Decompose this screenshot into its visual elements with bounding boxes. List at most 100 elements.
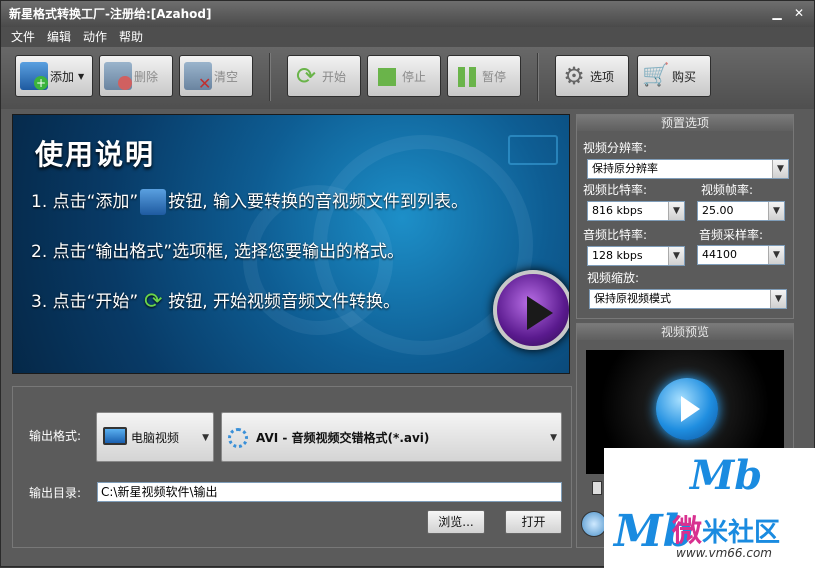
frame-rate-value: 25.00 [702, 204, 734, 217]
chevron-down-icon: ▼ [78, 71, 85, 81]
device-value: 电脑视频 [131, 431, 180, 445]
audio-bitrate-value: 128 kbps [592, 249, 643, 262]
monitor-icon [103, 427, 127, 445]
frame-rate-select[interactable]: 25.00 ▼ [697, 201, 785, 221]
video-scale-select[interactable]: 保持原视频模式 ▼ [589, 289, 787, 309]
watermark-text: 微米社区 [672, 506, 780, 550]
instruction-line-1-text-2: 按钮, 输入要转换的音视频文件到列表。 [168, 192, 469, 212]
resolution-value: 保持原分辨率 [592, 162, 658, 175]
output-format-value: AVI - 音频视频交错格式(*.avi) [256, 431, 430, 445]
sample-rate-select[interactable]: 44100 ▼ [697, 245, 785, 265]
window-title: 新星格式转换工厂-注册给:[Azahod] [9, 7, 212, 21]
instruction-line-2: 2. 点击“输出格式”选项框, 选择您要输出的格式。 [31, 242, 405, 262]
video-bitrate-value: 816 kbps [592, 204, 643, 217]
chevron-down-icon: ▼ [770, 290, 786, 308]
preset-panel: 预置选项 视频分辨率: 保持原分辨率 ▼ 视频比特率: 视频帧率: 816 kbp… [576, 114, 794, 319]
clear-list-icon: ✕ [184, 62, 212, 93]
pause-icon [452, 62, 480, 90]
shopping-cart-icon: 🛒 [642, 63, 670, 88]
delete-file-icon [104, 62, 132, 90]
chevron-down-icon: ▼ [768, 202, 784, 220]
add-label: 添加 [50, 69, 75, 84]
buy-label: 购买 [672, 69, 697, 84]
video-bitrate-label: 视频比特率: [583, 183, 648, 197]
watermark: Mb Mb 微米社区 www.vm66.com [604, 448, 815, 568]
refresh-arrows-icon: ⟳ [144, 289, 163, 314]
chevron-down-icon: ▼ [772, 160, 788, 178]
menu-bar: 文件 编辑 动作 帮助 [1, 27, 814, 47]
sample-rate-label: 音频采样率: [699, 228, 764, 242]
title-bar: 新星格式转换工厂-注册给:[Azahod] ▁ ✕ [1, 1, 814, 27]
watermark-text-1: 微 [672, 514, 702, 549]
delete-label: 删除 [134, 69, 159, 84]
chevron-down-icon: ▼ [668, 202, 684, 220]
delete-button[interactable]: 删除 [99, 55, 173, 97]
browse-button[interactable]: 浏览... [427, 510, 485, 534]
toolbar: + 添加 ▼ 删除 ✕ 清空 ⟳ 开始 停止 暂停 ⚙ 选项 🛒 购买 [1, 47, 814, 109]
chevron-down-icon: ▼ [768, 246, 784, 264]
film-icon [508, 135, 558, 165]
instruction-line-1: 1. 点击“添加” 按钮, 输入要转换的音视频文件到列表。 [31, 187, 468, 215]
video-scale-label: 视频缩放: [587, 271, 640, 285]
add-file-icon [140, 189, 167, 215]
output-format-label: 输出格式: [29, 429, 82, 443]
resolution-select[interactable]: 保持原分辨率 ▼ [587, 159, 789, 179]
audio-bitrate-label: 音频比特率: [583, 228, 648, 242]
instruction-line-3-text-2: 按钮, 开始视频音频文件转换。 [168, 292, 401, 312]
refresh-arrows-icon: ⟳ [295, 62, 317, 90]
video-bitrate-select[interactable]: 816 kbps ▼ [587, 201, 685, 221]
stop-icon [372, 62, 400, 90]
play-icon [527, 296, 553, 330]
watermark-text-2: 米社区 [702, 518, 781, 548]
instruction-line-3-text: 3. 点击“开始” [31, 292, 139, 312]
clear-button[interactable]: ✕ 清空 [179, 55, 253, 97]
menu-file[interactable]: 文件 [5, 27, 41, 47]
pause-label: 暂停 [482, 69, 507, 84]
open-button[interactable]: 打开 [505, 510, 562, 534]
add-file-icon: + [20, 62, 48, 90]
add-button[interactable]: + 添加 ▼ [15, 55, 93, 97]
toolbar-separator [269, 53, 271, 101]
output-dir-label: 输出目录: [29, 486, 82, 500]
chevron-down-icon: ▼ [550, 433, 557, 443]
stop-button[interactable]: 停止 [367, 55, 441, 97]
instructions-banner: 使用说明 1. 点击“添加” 按钮, 输入要转换的音视频文件到列表。 2. 点击“… [12, 114, 570, 374]
instruction-line-3: 3. 点击“开始” ⟳ 按钮, 开始视频音频文件转换。 [31, 287, 400, 315]
preset-panel-title: 预置选项 [577, 115, 793, 131]
preview-seek-slider[interactable] [592, 481, 602, 495]
format-dots-icon [228, 428, 248, 448]
sample-rate-value: 44100 [702, 248, 737, 261]
instructions-heading: 使用说明 [35, 138, 156, 171]
output-dir-input[interactable]: C:\新星视频软件\输出 [97, 482, 562, 502]
buy-button[interactable]: 🛒 购买 [637, 55, 711, 97]
app-window: 新星格式转换工厂-注册给:[Azahod] ▁ ✕ 文件 编辑 动作 帮助 + … [0, 0, 815, 568]
chevron-down-icon: ▼ [202, 433, 209, 443]
frame-rate-label: 视频帧率: [701, 183, 754, 197]
start-button[interactable]: ⟳ 开始 [287, 55, 361, 97]
play-icon [656, 378, 718, 440]
minimize-button[interactable]: ▁ [768, 5, 786, 21]
menu-edit[interactable]: 编辑 [41, 27, 77, 47]
video-preview-title: 视频预览 [577, 324, 793, 340]
close-button[interactable]: ✕ [790, 5, 808, 21]
video-scale-value: 保持原视频模式 [594, 292, 671, 305]
chevron-down-icon: ▼ [668, 247, 684, 265]
clear-label: 清空 [214, 69, 239, 84]
device-select[interactable]: 电脑视频 ▼ [96, 412, 214, 462]
output-format-select[interactable]: AVI - 音频视频交错格式(*.avi) ▼ [221, 412, 562, 462]
watermark-url: www.vm66.com [676, 546, 772, 560]
menu-help[interactable]: 帮助 [113, 27, 149, 47]
stop-label: 停止 [402, 69, 427, 84]
audio-bitrate-select[interactable]: 128 kbps ▼ [587, 246, 685, 266]
menu-action[interactable]: 动作 [77, 27, 113, 47]
options-button[interactable]: ⚙ 选项 [555, 55, 629, 97]
start-label: 开始 [322, 69, 347, 84]
output-settings-panel: 输出格式: 电脑视频 ▼ AVI - 音频视频交错格式(*.avi) ▼ 输出目… [12, 386, 572, 548]
options-label: 选项 [590, 69, 615, 84]
pause-button[interactable]: 暂停 [447, 55, 521, 97]
toolbar-separator [537, 53, 539, 101]
resolution-label: 视频分辨率: [583, 141, 648, 155]
watermark-logo-icon: Mb [690, 452, 763, 499]
gear-icon: ⚙ [563, 62, 585, 90]
instruction-line-1-text: 1. 点击“添加” [31, 192, 139, 212]
